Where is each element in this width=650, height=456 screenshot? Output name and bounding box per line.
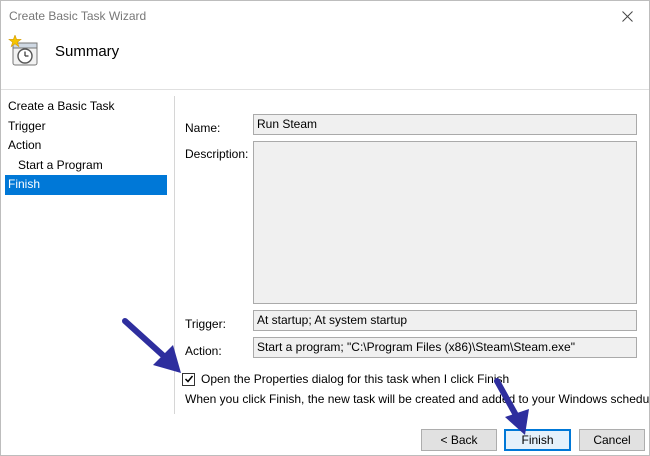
wizard-header: Summary — [1, 31, 649, 89]
finish-button[interactable]: Finish — [504, 429, 571, 451]
open-properties-checkbox[interactable] — [182, 372, 195, 386]
name-label: Name: — [185, 121, 221, 135]
trigger-label: Trigger: — [185, 317, 226, 331]
step-action[interactable]: Action — [1, 136, 167, 156]
name-field[interactable]: Run Steam — [253, 114, 637, 135]
step-start-a-program[interactable]: Start a Program — [1, 156, 167, 176]
header-divider — [1, 89, 649, 90]
steps-divider — [174, 96, 175, 414]
open-properties-label: Open the Properties dialog for this task… — [201, 372, 510, 386]
description-field[interactable] — [253, 141, 637, 304]
back-button[interactable]: < Back — [421, 429, 497, 451]
description-label: Description: — [185, 147, 249, 161]
step-finish[interactable]: Finish — [5, 175, 167, 195]
open-properties-option[interactable]: Open the Properties dialog for this task… — [182, 372, 509, 386]
checkmark-icon — [184, 375, 193, 383]
cancel-button[interactable]: Cancel — [579, 429, 645, 451]
trigger-field[interactable]: At startup; At system startup — [253, 310, 637, 331]
wizard-window: Create Basic Task Wizard Summary Create … — [0, 0, 650, 456]
task-scheduler-clock-icon — [8, 35, 38, 66]
window-title: Create Basic Task Wizard — [9, 9, 147, 23]
finish-note: When you click Finish, the new task will… — [185, 392, 650, 406]
step-trigger[interactable]: Trigger — [1, 117, 167, 137]
wizard-steps-list: Create a Basic Task Trigger Action Start… — [1, 97, 167, 195]
action-label: Action: — [185, 344, 222, 358]
annotation-arrow-checkbox — [122, 318, 181, 373]
title-bar: Create Basic Task Wizard — [1, 1, 649, 31]
action-field[interactable]: Start a program; "C:\Program Files (x86)… — [253, 337, 637, 358]
close-button[interactable] — [605, 1, 649, 31]
close-icon — [621, 10, 633, 22]
step-create-basic-task[interactable]: Create a Basic Task — [1, 97, 167, 117]
page-title: Summary — [55, 43, 120, 60]
